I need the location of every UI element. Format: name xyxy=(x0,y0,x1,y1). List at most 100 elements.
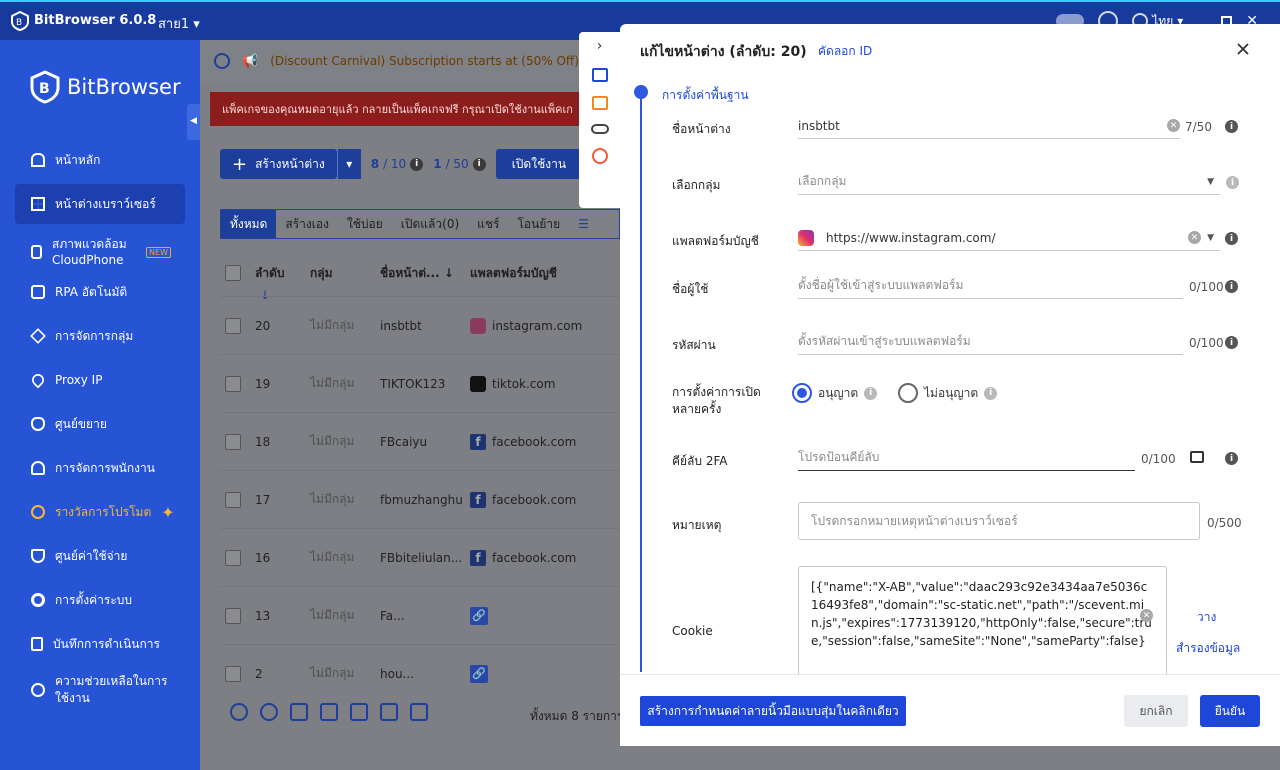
info-icon[interactable]: i xyxy=(1226,176,1239,189)
delete-icon[interactable] xyxy=(410,703,428,721)
platform-select[interactable]: https://www.instagram.com/ ✕ ▼ xyxy=(798,225,1220,251)
tab-shared[interactable]: แชร์ xyxy=(468,210,508,238)
fingerprint-icon[interactable] xyxy=(591,148,608,164)
sidebar-item-settings[interactable]: การตั้งค่าระบบ xyxy=(15,580,185,620)
row-checkbox[interactable] xyxy=(225,665,241,682)
close-icon[interactable] xyxy=(1236,42,1250,56)
basic-settings-icon[interactable] xyxy=(591,68,608,82)
window-icon[interactable] xyxy=(350,703,368,721)
sidebar-item-rewards[interactable]: รางวัลการโปรโมต ✦ xyxy=(15,492,185,532)
info-icon[interactable]: i xyxy=(984,386,998,400)
sidebar-item-rpa[interactable]: RPA อัตโนมัติ xyxy=(15,272,185,312)
window-name-input[interactable]: insbtbt ✕ xyxy=(798,113,1180,139)
info-icon[interactable]: i xyxy=(1225,280,1238,293)
row-checkbox[interactable] xyxy=(225,317,241,334)
row-platform: f facebook.com xyxy=(470,549,576,566)
trash-icon[interactable] xyxy=(380,703,398,721)
row-checkbox[interactable] xyxy=(225,491,241,508)
table-row[interactable]: 18 ไม่มีกลุ่ม FBcaiyu f facebook.com xyxy=(220,412,620,470)
confirm-button[interactable]: ยืนยัน xyxy=(1200,695,1260,727)
info-icon[interactable]: i xyxy=(1225,452,1238,465)
row-checkbox[interactable] xyxy=(225,433,241,450)
caret-down-icon: ▼ xyxy=(1207,176,1214,187)
table-row[interactable]: 16 ไม่มีกลุ่ม FBbiteliulan... f facebook.… xyxy=(220,528,620,586)
location-icon xyxy=(29,371,47,389)
sidebar-item-extensions[interactable]: ศูนย์ขยาย xyxy=(15,404,185,444)
allow-radio[interactable]: อนุญาต i xyxy=(792,383,878,403)
browser-icon[interactable] xyxy=(230,703,248,721)
create-dropdown-button[interactable]: ▾ xyxy=(336,149,361,179)
clear-icon[interactable]: ✕ xyxy=(1167,119,1180,132)
chevron-right-icon[interactable]: › xyxy=(597,38,603,54)
table-row[interactable]: 2 ไม่มีกลุ่ม hou... 🔗 xyxy=(220,644,620,702)
table-row[interactable]: 13 ไม่มีกลุ่ม Fa... 🔗 xyxy=(220,586,620,644)
add-image-icon[interactable] xyxy=(1190,451,1204,463)
select-all-checkbox[interactable] xyxy=(225,265,241,281)
info-icon[interactable]: i xyxy=(1225,120,1238,133)
sidebar-item-billing[interactable]: ศูนย์ค่าใช้จ่าย xyxy=(15,536,185,576)
password-input[interactable]: ตั้งรหัสผ่านเข้าสู่ระบบแพลตฟอร์ม xyxy=(798,329,1183,355)
tab-frequent[interactable]: ใช้บ่อย xyxy=(338,210,392,238)
table-row[interactable]: 19 ไม่มีกลุ่ม TIKTOK123 tiktok.com xyxy=(220,354,620,412)
group-select[interactable]: เลือกกลุ่ม ▼ xyxy=(798,169,1220,195)
clear-icon[interactable]: ✕ xyxy=(1140,609,1153,622)
sidebar-item-cloudphone[interactable]: สภาพแวดล้อม CloudPhone NEW xyxy=(15,230,185,274)
clear-icon[interactable]: ✕ xyxy=(1188,231,1202,244)
sidebar-collapse-button[interactable]: ◀ xyxy=(187,104,201,140)
row-checkbox[interactable] xyxy=(225,375,241,392)
row-checkbox[interactable] xyxy=(225,607,241,624)
col-seq[interactable]: ลำดับ xyxy=(255,264,285,283)
cancel-button[interactable]: ยกเลิก xyxy=(1124,695,1188,727)
table-row[interactable]: 20 ไม่มีกลุ่ม insbtbt instagram.com xyxy=(220,296,620,354)
sort-icon[interactable]: ☰ xyxy=(569,210,598,238)
close-square-icon[interactable] xyxy=(290,703,308,721)
row-checkbox[interactable] xyxy=(225,549,241,566)
backup-link[interactable]: สำรองข้อมูล xyxy=(1176,639,1240,658)
col-name[interactable]: ชื่อหน้าต่... ↓ xyxy=(380,264,454,283)
megaphone-icon: 📢 xyxy=(242,53,259,69)
create-window-button[interactable]: + สร้างหน้าต่าง xyxy=(220,149,337,179)
username-input[interactable]: ตั้งชื่อผู้ใช้เข้าสู่ระบบแพลตฟอร์ม xyxy=(798,273,1183,299)
info-icon[interactable]: i xyxy=(864,386,878,400)
sidebar-item-logs[interactable]: บันทึกการดำเนินการ xyxy=(15,624,185,664)
twofa-input[interactable]: โปรดป้อนคีย์ลับ xyxy=(798,445,1135,471)
col-group[interactable]: กลุ่ม xyxy=(310,264,333,283)
sidebar-item-home[interactable]: หน้าหลัก xyxy=(15,140,185,180)
cookie-textarea[interactable]: [{"name":"X-AB","value":"daac293c92e3434… xyxy=(798,566,1167,676)
row-seq: 17 xyxy=(255,492,271,507)
tab-transferred[interactable]: โอนย้าย xyxy=(508,210,569,238)
tab-opened[interactable]: เปิดแล้ว(0) xyxy=(392,210,468,238)
table-row[interactable]: 17 ไม่มีกลุ่ม fbmuzhanghu f facebook.com xyxy=(220,470,620,528)
info-icon[interactable]: i xyxy=(1225,232,1238,245)
info-icon[interactable]: i xyxy=(410,157,424,171)
tab-all[interactable]: ทั้งหมด xyxy=(221,210,277,238)
copy-id-link[interactable]: คัดลอก ID xyxy=(818,42,872,61)
info-icon[interactable]: i xyxy=(472,157,486,171)
sidebar-item-label: การจัดการพนักงาน xyxy=(55,460,155,475)
sidebar-item-help[interactable]: ความช่วยเหลือในการใช้งาน xyxy=(15,668,185,712)
row-name: insbtbt xyxy=(380,318,422,333)
total-count: ทั้งหมด 8 รายการ xyxy=(530,709,624,723)
sidebar-item-groups[interactable]: การจัดการกลุ่ม xyxy=(15,316,185,356)
help-icon xyxy=(31,683,45,697)
line-selector[interactable]: สาย1 ▾ xyxy=(158,13,200,34)
password-count: 0/100 xyxy=(1189,336,1224,350)
refresh-icon[interactable] xyxy=(214,53,230,69)
paste-link[interactable]: วาง xyxy=(1197,608,1216,627)
toggle-settings-icon[interactable] xyxy=(590,124,609,134)
random-fingerprint-button[interactable]: สร้างการกำหนดค่าลายนิ้วมือแบบสุ่มในคลิกเ… xyxy=(640,696,906,726)
tab-self-created[interactable]: สร้างเอง xyxy=(276,210,338,238)
close-circle-icon[interactable] xyxy=(260,703,278,721)
proxy-icon[interactable] xyxy=(591,96,608,110)
sidebar-item-proxy[interactable]: Proxy IP xyxy=(15,360,185,400)
note-input[interactable]: โปรดกรอกหมายเหตุหน้าต่างเบราว์เซอร์ xyxy=(798,502,1200,540)
open-button[interactable]: เปิดใช้งาน xyxy=(495,149,583,179)
robot-icon[interactable] xyxy=(320,703,338,721)
sidebar-item-label: บันทึกการดำเนินการ xyxy=(53,636,160,651)
col-platform[interactable]: แพลตฟอร์มบัญชี xyxy=(470,264,557,283)
window-name-label: ชื่อหน้าต่าง xyxy=(672,122,731,136)
info-icon[interactable]: i xyxy=(1225,336,1238,349)
deny-radio[interactable]: ไม่อนุญาต i xyxy=(898,383,998,403)
sidebar-item-staff[interactable]: การจัดการพนักงาน xyxy=(15,448,185,488)
sidebar-item-browser-windows[interactable]: หน้าต่างเบราว์เซอร์ xyxy=(15,184,185,224)
